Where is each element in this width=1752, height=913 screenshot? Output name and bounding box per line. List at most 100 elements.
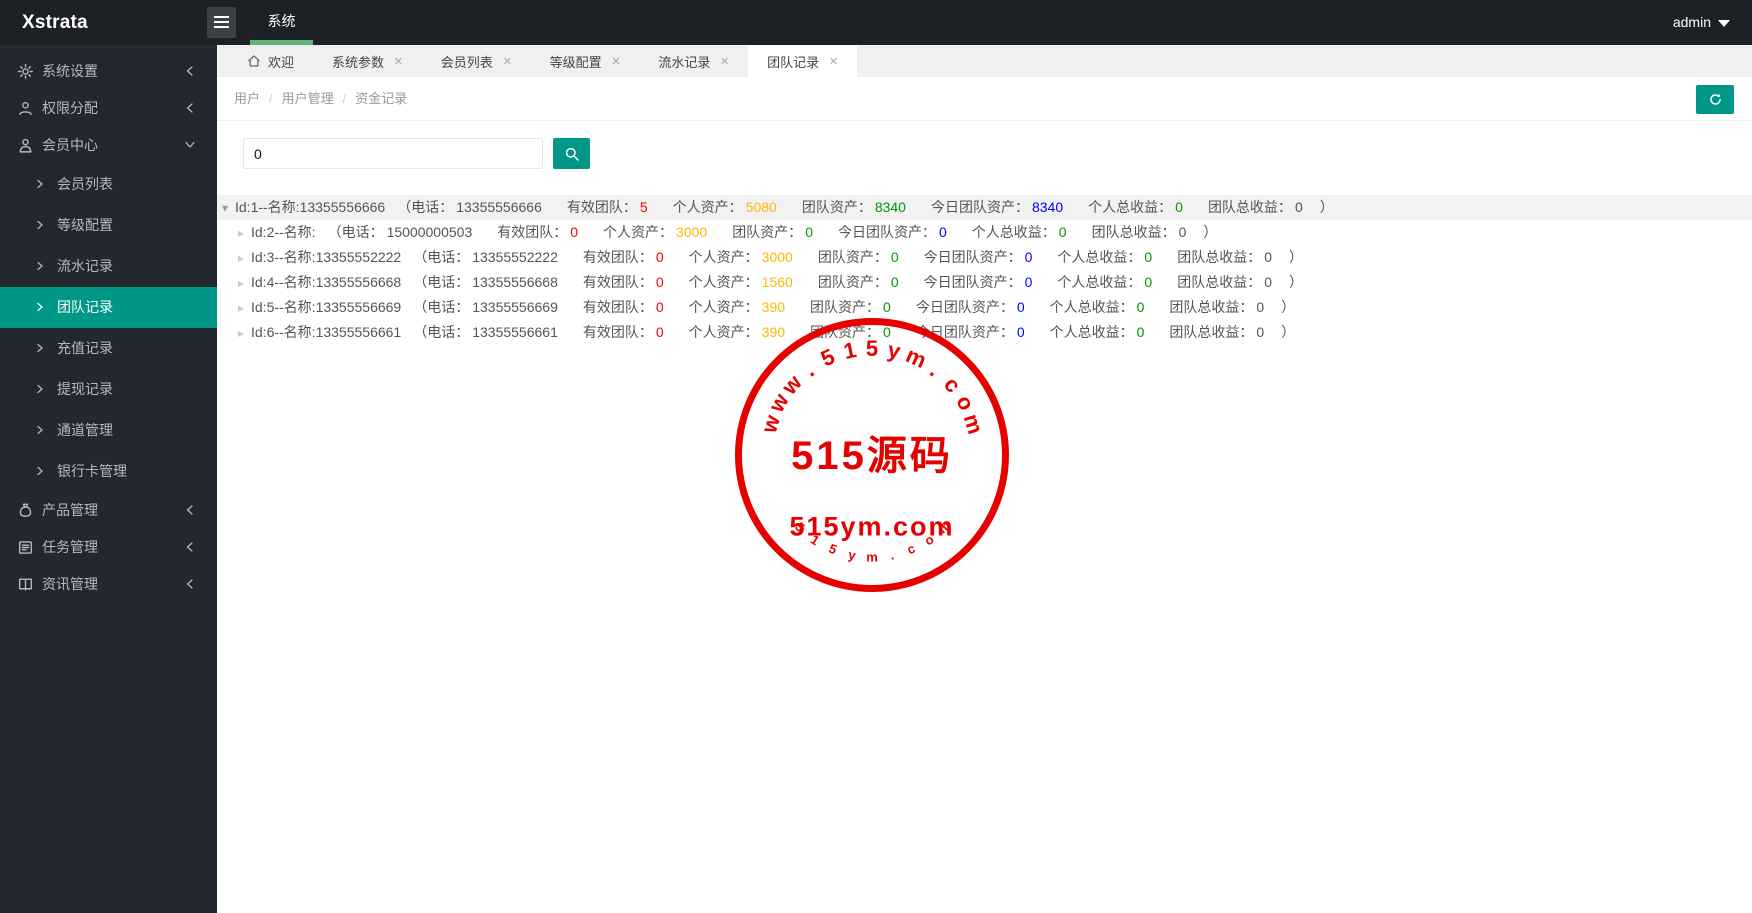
sidebar-toggle-button[interactable] xyxy=(207,7,236,38)
valid-team-value: 0 xyxy=(570,224,578,240)
topnav-active-underline xyxy=(250,40,313,45)
valid-team-value: 0 xyxy=(656,274,664,290)
personal-income-label: 个人总收益： xyxy=(1050,299,1134,315)
team-assets-label: 团队资产： xyxy=(802,199,872,215)
today-team-assets-value: 0 xyxy=(1025,274,1033,290)
team-assets-label: 团队资产： xyxy=(818,249,888,265)
chevron-left-icon xyxy=(183,577,197,591)
topnav-item-system[interactable]: 系统 xyxy=(250,0,313,42)
personal-assets-value: 1560 xyxy=(762,274,793,290)
record-id-name: Id:3--名称:13355552222 xyxy=(251,249,401,265)
sidebar-subitem-label: 等级配置 xyxy=(57,217,113,233)
sidebar-item-news-management[interactable]: 资讯管理 xyxy=(0,566,217,603)
breadcrumb-user[interactable]: 用户 xyxy=(234,91,260,106)
chevron-right-icon xyxy=(34,424,46,436)
tab-level-config[interactable]: 等级配置× xyxy=(531,45,640,77)
search-icon xyxy=(564,146,580,162)
personal-income-label: 个人总收益： xyxy=(1050,324,1134,340)
sidebar-item-task-management[interactable]: 任务管理 xyxy=(0,529,217,566)
breadcrumb-user-management[interactable]: 用户管理 xyxy=(282,91,334,106)
sidebar-item-level-config[interactable]: 等级配置 xyxy=(0,205,217,246)
phone-label: （电话： xyxy=(397,199,453,215)
team-assets-value: 8340 xyxy=(875,199,906,215)
search-section xyxy=(217,121,1752,186)
team-income-label: 团队总收益： xyxy=(1169,299,1253,315)
sidebar-item-member-list[interactable]: 会员列表 xyxy=(0,164,217,205)
user-menu[interactable]: admin xyxy=(1673,0,1730,45)
phone-label: （电话： xyxy=(413,249,469,265)
sidebar-item-system-settings[interactable]: 系统设置 xyxy=(0,53,217,90)
team-record-row-6[interactable]: ▸Id:6--名称:13355556661（电话：13355556661有效团队… xyxy=(217,320,1752,345)
phone-value: 13355556669 xyxy=(472,299,558,315)
close-icon[interactable]: × xyxy=(394,54,403,69)
gear-icon xyxy=(17,63,34,80)
team-records-list: ▾Id:1--名称:13355556666（电话：13355556666有效团队… xyxy=(217,195,1752,345)
today-team-assets-value: 0 xyxy=(1017,299,1025,315)
sidebar-subitem-label: 提现记录 xyxy=(57,381,113,397)
book-icon xyxy=(17,576,34,593)
expand-caret-icon[interactable]: ▸ xyxy=(238,296,251,321)
expand-caret-icon[interactable]: ▸ xyxy=(238,271,251,296)
team-record-row-3[interactable]: ▸Id:3--名称:13355552222（电话：13355552222有效团队… xyxy=(217,245,1752,270)
chevron-left-icon xyxy=(183,101,197,115)
team-record-row-1[interactable]: ▾Id:1--名称:13355556666（电话：13355556666有效团队… xyxy=(217,195,1752,220)
sidebar-subitem-label: 充值记录 xyxy=(57,340,113,356)
close-icon[interactable]: × xyxy=(829,54,838,69)
today-team-assets-label: 今日团队资产： xyxy=(924,274,1022,290)
team-assets-value: 0 xyxy=(883,324,891,340)
chevron-left-icon xyxy=(183,503,197,517)
team-income-label: 团队总收益： xyxy=(1092,224,1176,240)
team-record-row-5[interactable]: ▸Id:5--名称:13355556669（电话：13355556669有效团队… xyxy=(217,295,1752,320)
sidebar-item-permissions[interactable]: 权限分配 xyxy=(0,90,217,127)
search-button[interactable] xyxy=(553,138,590,169)
sidebar-item-label: 资讯管理 xyxy=(42,576,98,592)
personal-income-value: 0 xyxy=(1137,299,1145,315)
tab-system-params[interactable]: 系统参数× xyxy=(313,45,422,77)
chevron-right-icon xyxy=(34,178,46,190)
search-input[interactable] xyxy=(243,138,543,169)
sidebar-item-bankcard-management[interactable]: 银行卡管理 xyxy=(0,451,217,492)
member-icon xyxy=(17,137,34,154)
valid-team-label: 有效团队： xyxy=(583,299,653,315)
collapse-caret-icon[interactable]: ▾ xyxy=(222,196,235,221)
sidebar-subitem-label: 流水记录 xyxy=(57,258,113,274)
sidebar-item-flow-records[interactable]: 流水记录 xyxy=(0,246,217,287)
team-record-row-2[interactable]: ▸Id:2--名称:（电话：15000000503有效团队：0个人资产：3000… xyxy=(217,220,1752,245)
today-team-assets-value: 0 xyxy=(1025,249,1033,265)
today-team-assets-label: 今日团队资产： xyxy=(916,299,1014,315)
close-icon[interactable]: × xyxy=(720,54,729,69)
personal-assets-label: 个人资产： xyxy=(673,199,743,215)
team-assets-label: 团队资产： xyxy=(810,324,880,340)
tab-member-list[interactable]: 会员列表× xyxy=(422,45,531,77)
phone-value: 15000000503 xyxy=(387,224,473,240)
sidebar-subitem-label: 会员列表 xyxy=(57,176,113,192)
close-icon[interactable]: × xyxy=(503,54,512,69)
chevron-right-icon xyxy=(34,465,46,477)
tab-welcome[interactable]: 欢迎 xyxy=(228,45,313,77)
record-id-name: Id:1--名称:13355556666 xyxy=(235,199,385,215)
sidebar-item-withdraw-records[interactable]: 提现记录 xyxy=(0,369,217,410)
tab-flow-records[interactable]: 流水记录× xyxy=(639,45,748,77)
team-record-row-4[interactable]: ▸Id:4--名称:13355556668（电话：13355556668有效团队… xyxy=(217,270,1752,295)
close-icon[interactable]: × xyxy=(612,54,621,69)
today-team-assets-label: 今日团队资产： xyxy=(916,324,1014,340)
refresh-button[interactable] xyxy=(1696,85,1734,114)
tab-team-records[interactable]: 团队记录× xyxy=(748,45,857,77)
home-icon xyxy=(247,54,261,68)
chevron-right-icon xyxy=(34,219,46,231)
sidebar-item-recharge-records[interactable]: 充值记录 xyxy=(0,328,217,369)
expand-caret-icon[interactable]: ▸ xyxy=(238,321,251,346)
sidebar-item-channel-management[interactable]: 通道管理 xyxy=(0,410,217,451)
personal-assets-value: 5080 xyxy=(746,199,777,215)
sidebar-item-member-center[interactable]: 会员中心 xyxy=(0,127,217,164)
sidebar-item-product-management[interactable]: 产品管理 xyxy=(0,492,217,529)
sidebar-item-label: 权限分配 xyxy=(42,100,98,116)
close-paren: ） xyxy=(1320,199,1334,215)
hamburger-icon xyxy=(214,16,229,28)
chevron-down-icon xyxy=(1718,20,1730,27)
sidebar-item-team-records[interactable]: 团队记录 xyxy=(0,287,217,328)
breadcrumb: 用户/用户管理/资金记录 xyxy=(234,77,407,121)
expand-caret-icon[interactable]: ▸ xyxy=(238,221,251,246)
personal-assets-value: 3000 xyxy=(676,224,707,240)
expand-caret-icon[interactable]: ▸ xyxy=(238,246,251,271)
